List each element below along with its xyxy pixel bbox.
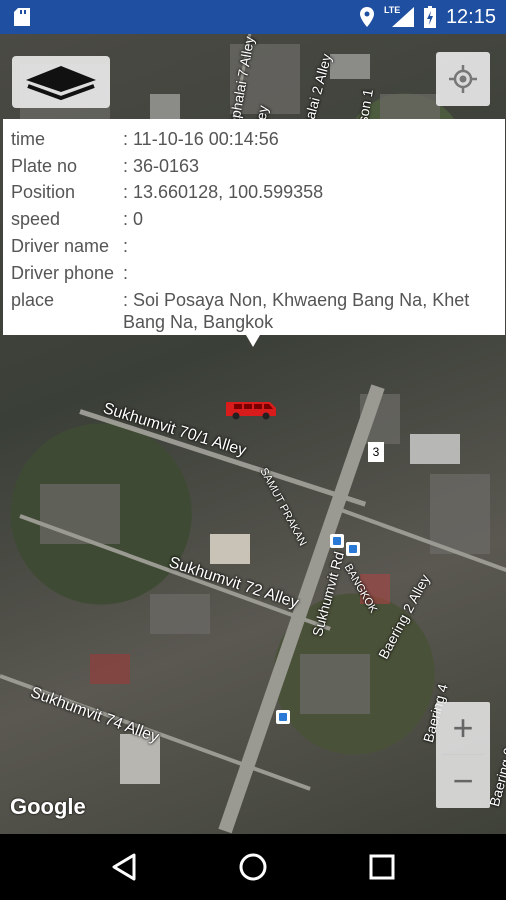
info-value: : 0 <box>123 209 144 230</box>
info-key: Plate no <box>11 155 78 176</box>
info-row-place: place : Soi Posaya Non, Khwaeng Bang Na,… <box>11 289 497 333</box>
info-value: : <box>123 235 129 256</box>
battery-icon <box>423 6 436 28</box>
status-bar: LTE 12:15 <box>0 0 506 34</box>
info-row-time: time : 11-10-16 00:14:56 <box>11 126 497 153</box>
signal-icon <box>391 7 414 27</box>
info-key: place <box>11 290 55 311</box>
vehicle-van-icon[interactable] <box>224 398 278 420</box>
info-row-position: Position : 13.660128, 100.599358 <box>11 179 497 206</box>
crosshair-icon <box>449 65 477 93</box>
info-value: : 13.660128, 100.599358 <box>123 182 324 203</box>
transit-icon <box>346 542 360 556</box>
vehicle-info-window[interactable]: time : 11-10-16 00:14:56 Plate no : 36-0… <box>3 119 505 335</box>
home-button[interactable] <box>233 847 273 887</box>
info-key: Position <box>11 182 76 203</box>
home-circle-icon <box>239 853 267 881</box>
navigation-bar <box>0 834 506 900</box>
clock: 12:15 <box>445 5 496 28</box>
zoom-in-button[interactable]: + <box>436 702 490 754</box>
google-logo: Google <box>10 794 86 819</box>
info-value: : 36-0163 <box>123 155 200 176</box>
info-key: time <box>11 129 46 149</box>
info-window-pointer <box>246 335 260 347</box>
info-row-speed: speed : 0 <box>11 206 497 233</box>
zoom-out-button[interactable]: − <box>436 755 490 807</box>
transit-icon <box>276 710 290 724</box>
info-value: : Soi Posaya Non, Khwaeng Bang Na, Khet … <box>123 290 470 333</box>
back-triangle-icon <box>112 853 136 881</box>
info-row-driver-name: Driver name : <box>11 233 497 260</box>
my-location-button[interactable] <box>436 52 490 106</box>
info-key: Driver phone <box>11 262 115 283</box>
layers-icon <box>26 66 96 101</box>
info-key: Driver name <box>11 235 110 256</box>
info-value: : 11-10-16 00:14:56 <box>123 129 279 149</box>
back-button[interactable] <box>104 847 144 887</box>
sd-card-icon <box>14 8 30 26</box>
info-row-driver-phone: Driver phone : <box>11 260 497 287</box>
map-layers-button[interactable] <box>12 56 110 108</box>
recents-square-icon <box>369 854 395 880</box>
recents-button[interactable] <box>362 847 402 887</box>
location-icon <box>359 7 374 27</box>
info-value: : <box>123 262 129 283</box>
transit-icon <box>330 534 344 548</box>
zoom-controls: + − <box>436 702 490 808</box>
road-label: Sukhumvit 74 Alley <box>28 684 162 747</box>
info-key: speed <box>11 209 61 230</box>
route-number-sign: 3 <box>368 442 384 462</box>
info-row-plate: Plate no : 36-0163 <box>11 153 497 180</box>
